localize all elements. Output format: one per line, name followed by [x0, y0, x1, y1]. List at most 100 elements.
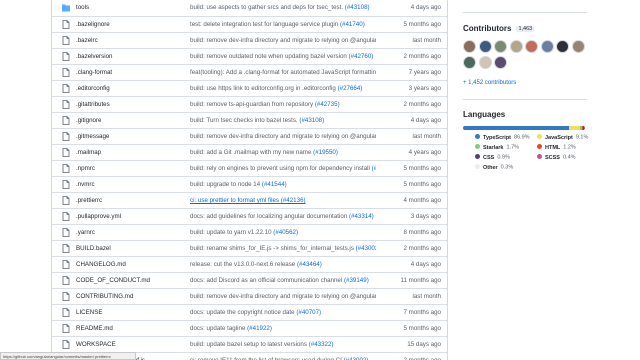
commit-message-link[interactable]: build: update to yarn v1.22.10 (#40562) [190, 229, 376, 236]
file-name-link[interactable]: BUILD.bazel [76, 245, 111, 252]
file-name-link[interactable]: CHANGELOG.md [76, 261, 126, 268]
file-row[interactable]: BUILD.bazel build: rename shims_for_IE.js… [52, 240, 447, 256]
commit-message-link[interactable]: build: upgrade to node 14 (#41544) [190, 181, 376, 188]
file-name-link[interactable]: .editorconfig [76, 85, 110, 92]
file-row[interactable]: .gitmessage build: remove dev-infra direc… [52, 128, 447, 144]
contributor-avatar[interactable] [494, 56, 507, 69]
pull-request-link[interactable]: (#43108) [299, 117, 324, 124]
contributor-avatar[interactable] [571, 40, 585, 53]
commit-message-link[interactable]: build: Turn tsec checks into bazel tests… [190, 117, 376, 124]
file-row[interactable]: .nvmrc build: upgrade to node 14 (#41544)… [52, 176, 447, 192]
file-row[interactable]: .gitignore build: Turn tsec checks into b… [52, 112, 447, 128]
pull-request-link[interactable]: (#27664) [338, 85, 363, 92]
pull-request-link[interactable]: (#43322) [309, 341, 334, 348]
commit-message-link[interactable]: build: remove dev-infra directory and mi… [190, 293, 376, 300]
commit-message-link[interactable]: build: remove dev-infra directory and mi… [190, 133, 376, 140]
file-name-link[interactable]: LICENSE [76, 309, 102, 316]
file-row[interactable]: .gitattributes build: remove ts-api-guard… [52, 96, 447, 112]
file-name-link[interactable]: .nvmrc [76, 181, 95, 188]
commit-message-link[interactable]: release: cut the v13.0.0-next.6 release … [190, 261, 376, 268]
commit-message-link[interactable]: build: rely on engines to prevent using … [190, 165, 376, 172]
commit-message-link[interactable]: build: remove dev-infra directory and mi… [190, 37, 376, 44]
pull-request-link[interactable]: (#43314) [349, 213, 374, 220]
file-row[interactable]: WORKSPACE build: update bazel setup to la… [52, 336, 447, 352]
commit-message-link[interactable]: docs: add guidelines for localizing angu… [190, 213, 376, 220]
pull-request-link[interactable]: (#43108) [345, 4, 370, 11]
file-name-link[interactable]: .yarnrc [76, 229, 95, 236]
pull-request-link[interactable]: (#43464) [297, 261, 322, 268]
commit-message-link[interactable]: feat(tooling): Add a .clang-format for a… [190, 69, 376, 76]
language-item[interactable]: Starlark 1.7% [475, 144, 519, 151]
contributor-avatar[interactable] [525, 40, 538, 53]
file-name-link[interactable]: .bazelversion [76, 53, 112, 60]
pull-request-link[interactable]: (#42735) [315, 101, 340, 108]
file-name-link[interactable]: .clang-format [76, 69, 112, 76]
file-name-link[interactable]: tools [76, 4, 89, 11]
file-row[interactable]: .prettierrc ci: use prettier to format ym… [52, 192, 447, 208]
file-name-link[interactable]: .pullapprove.yml [76, 213, 121, 220]
pull-request-link[interactable]: (#41740) [340, 21, 365, 28]
language-item[interactable]: JavaScript 9.1% [537, 134, 588, 141]
file-row[interactable]: README.md docs: update tagline (#41922) 5 … [52, 320, 447, 336]
file-row[interactable]: .editorconfig build: use https link to ed… [52, 80, 447, 96]
file-row[interactable]: .bazelrc build: remove dev-infra director… [52, 32, 447, 48]
pull-request-link[interactable]: (#39149) [344, 277, 369, 284]
file-name-link[interactable]: .gitignore [76, 117, 101, 124]
more-contributors-link[interactable]: + 1,452 contributors [463, 80, 516, 86]
contributor-avatar[interactable] [478, 40, 492, 53]
commit-message-link[interactable]: build: remove ts-api-guardian from repos… [190, 101, 376, 108]
contributors-heading[interactable]: Contributors 1,463 [463, 24, 587, 33]
language-item[interactable]: CSS 0.9% [475, 154, 510, 161]
commit-message-link[interactable]: build: add a Git .mailmap with my new na… [190, 149, 376, 156]
file-name-link[interactable]: .gitattributes [76, 101, 110, 108]
commit-message-link[interactable]: build: rename shims_for_IE.js -> shims_f… [190, 245, 376, 252]
file-row[interactable]: .bazelversion build: remove outdated note… [52, 48, 447, 64]
file-name-link[interactable]: WORKSPACE [76, 341, 116, 348]
contributor-avatar[interactable] [463, 56, 476, 69]
contributor-avatar[interactable] [463, 40, 476, 53]
pull-request-link[interactable]: (#41922) [247, 325, 272, 332]
language-item[interactable]: HTML 1.2% [537, 144, 576, 151]
pull-request-link[interactable]: (#19550) [313, 149, 338, 156]
file-row[interactable]: CODE_OF_CONDUCT.md docs: add Discord as a… [52, 272, 447, 288]
file-row[interactable]: .npmrc build: rely on engines to prevent … [52, 160, 447, 176]
contributor-avatar[interactable] [494, 40, 507, 53]
file-row[interactable]: .pullapprove.yml docs: add guidelines for… [52, 208, 447, 224]
file-row[interactable]: CHANGELOG.md release: cut the v13.0.0-nex… [52, 256, 447, 272]
commit-message-link[interactable]: build: remove outdated note when updatin… [190, 53, 376, 60]
language-item[interactable]: TypeScript 86.9% [475, 134, 530, 141]
file-row[interactable]: LICENSE docs: update the copyright notice… [52, 304, 447, 320]
commit-message-link[interactable]: docs: update the copyright notice date (… [190, 309, 376, 316]
file-name-link[interactable]: .npmrc [76, 165, 95, 172]
commit-message-link[interactable]: build: update bazel setup to latest vers… [190, 341, 376, 348]
file-name-link[interactable]: README.md [76, 325, 113, 332]
file-row[interactable]: .yarnrc build: update to yarn v1.22.10 (#… [52, 224, 447, 240]
file-name-link[interactable]: CODE_OF_CONDUCT.md [76, 277, 150, 284]
file-row[interactable]: CONTRIBUTING.md build: remove dev-infra d… [52, 288, 447, 304]
contributor-avatar[interactable] [509, 40, 523, 53]
commit-message-link[interactable]: docs: update tagline (#41922) [190, 325, 376, 332]
pull-request-link[interactable]: (#42136) [281, 197, 306, 204]
file-row[interactable]: .bazelignore test: delete integration tes… [52, 16, 447, 32]
file-name-link[interactable]: .bazelignore [76, 21, 110, 28]
commit-message-link[interactable]: build: use https link to editorconfig.or… [190, 85, 376, 92]
commit-message-link[interactable]: ci: use prettier to format yml files (#4… [190, 197, 376, 204]
pull-request-link[interactable]: (#42760) [349, 53, 374, 60]
file-name-link[interactable]: .gitmessage [76, 133, 109, 140]
commit-message-link[interactable]: build: use aspects to gather srcs and de… [190, 4, 376, 11]
contributor-avatar[interactable] [556, 40, 569, 53]
commit-message-link[interactable]: docs: add Discord as an official communi… [190, 277, 376, 284]
contributor-avatar[interactable] [478, 56, 492, 69]
file-row[interactable]: .mailmap build: add a Git .mailmap with m… [52, 144, 447, 160]
file-name-link[interactable]: .bazelrc [76, 37, 98, 44]
language-item[interactable]: Other 0.3% [475, 164, 513, 171]
pull-request-link[interactable]: (#43002) [356, 245, 376, 252]
pull-request-link[interactable]: (#40707) [296, 309, 321, 316]
file-name-link[interactable]: CONTRIBUTING.md [76, 293, 133, 300]
file-name-link[interactable]: .prettierrc [76, 197, 102, 204]
file-row[interactable]: tools build: use aspects to gather srcs a… [52, 0, 447, 16]
file-row[interactable]: .clang-format feat(tooling): Add a .clang… [52, 64, 447, 80]
language-item[interactable]: SCSS 0.4% [537, 154, 576, 161]
pull-request-link[interactable]: (#40562) [273, 229, 298, 236]
commit-message-link[interactable]: test: delete integration test for langua… [190, 21, 376, 28]
